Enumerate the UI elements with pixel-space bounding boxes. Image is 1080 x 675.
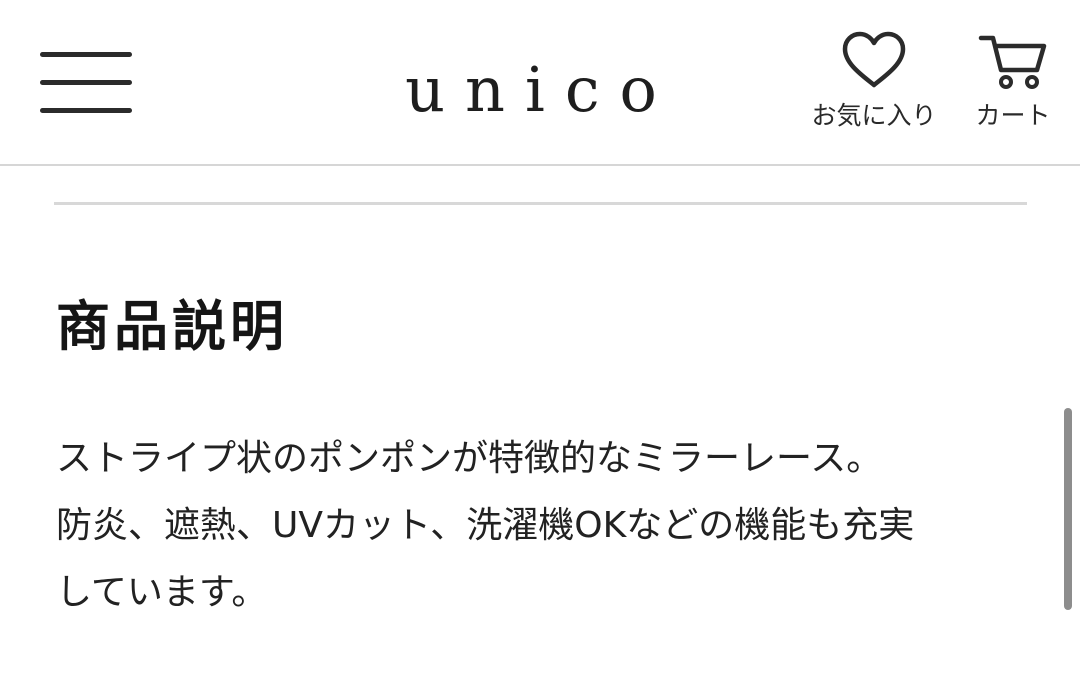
cart-label: カート: [975, 101, 1051, 130]
hamburger-menu-icon-bar: [40, 108, 132, 113]
cart-icon: [978, 35, 1047, 89]
scrollbar-thumb[interactable]: [1064, 408, 1072, 610]
product-description-text: ストライプ状のポンポンが特徴的なミラーレース。 防炎、遮熱、UVカット、洗濯機O…: [56, 438, 915, 613]
section-divider: [54, 202, 1027, 205]
favorites-label: お気に入り: [811, 101, 937, 130]
hamburger-menu-button[interactable]: [38, 48, 134, 118]
heart-icon: [842, 31, 906, 88]
site-header: unico お気に入り カート: [0, 0, 1080, 166]
product-description-title: 商品説明: [56, 295, 288, 358]
cart-button[interactable]: カート: [968, 30, 1058, 132]
hamburger-menu-icon: [40, 52, 132, 57]
hamburger-menu-icon-bar: [40, 80, 132, 85]
favorites-button[interactable]: お気に入り: [806, 30, 942, 132]
site-logo[interactable]: unico: [380, 50, 702, 130]
